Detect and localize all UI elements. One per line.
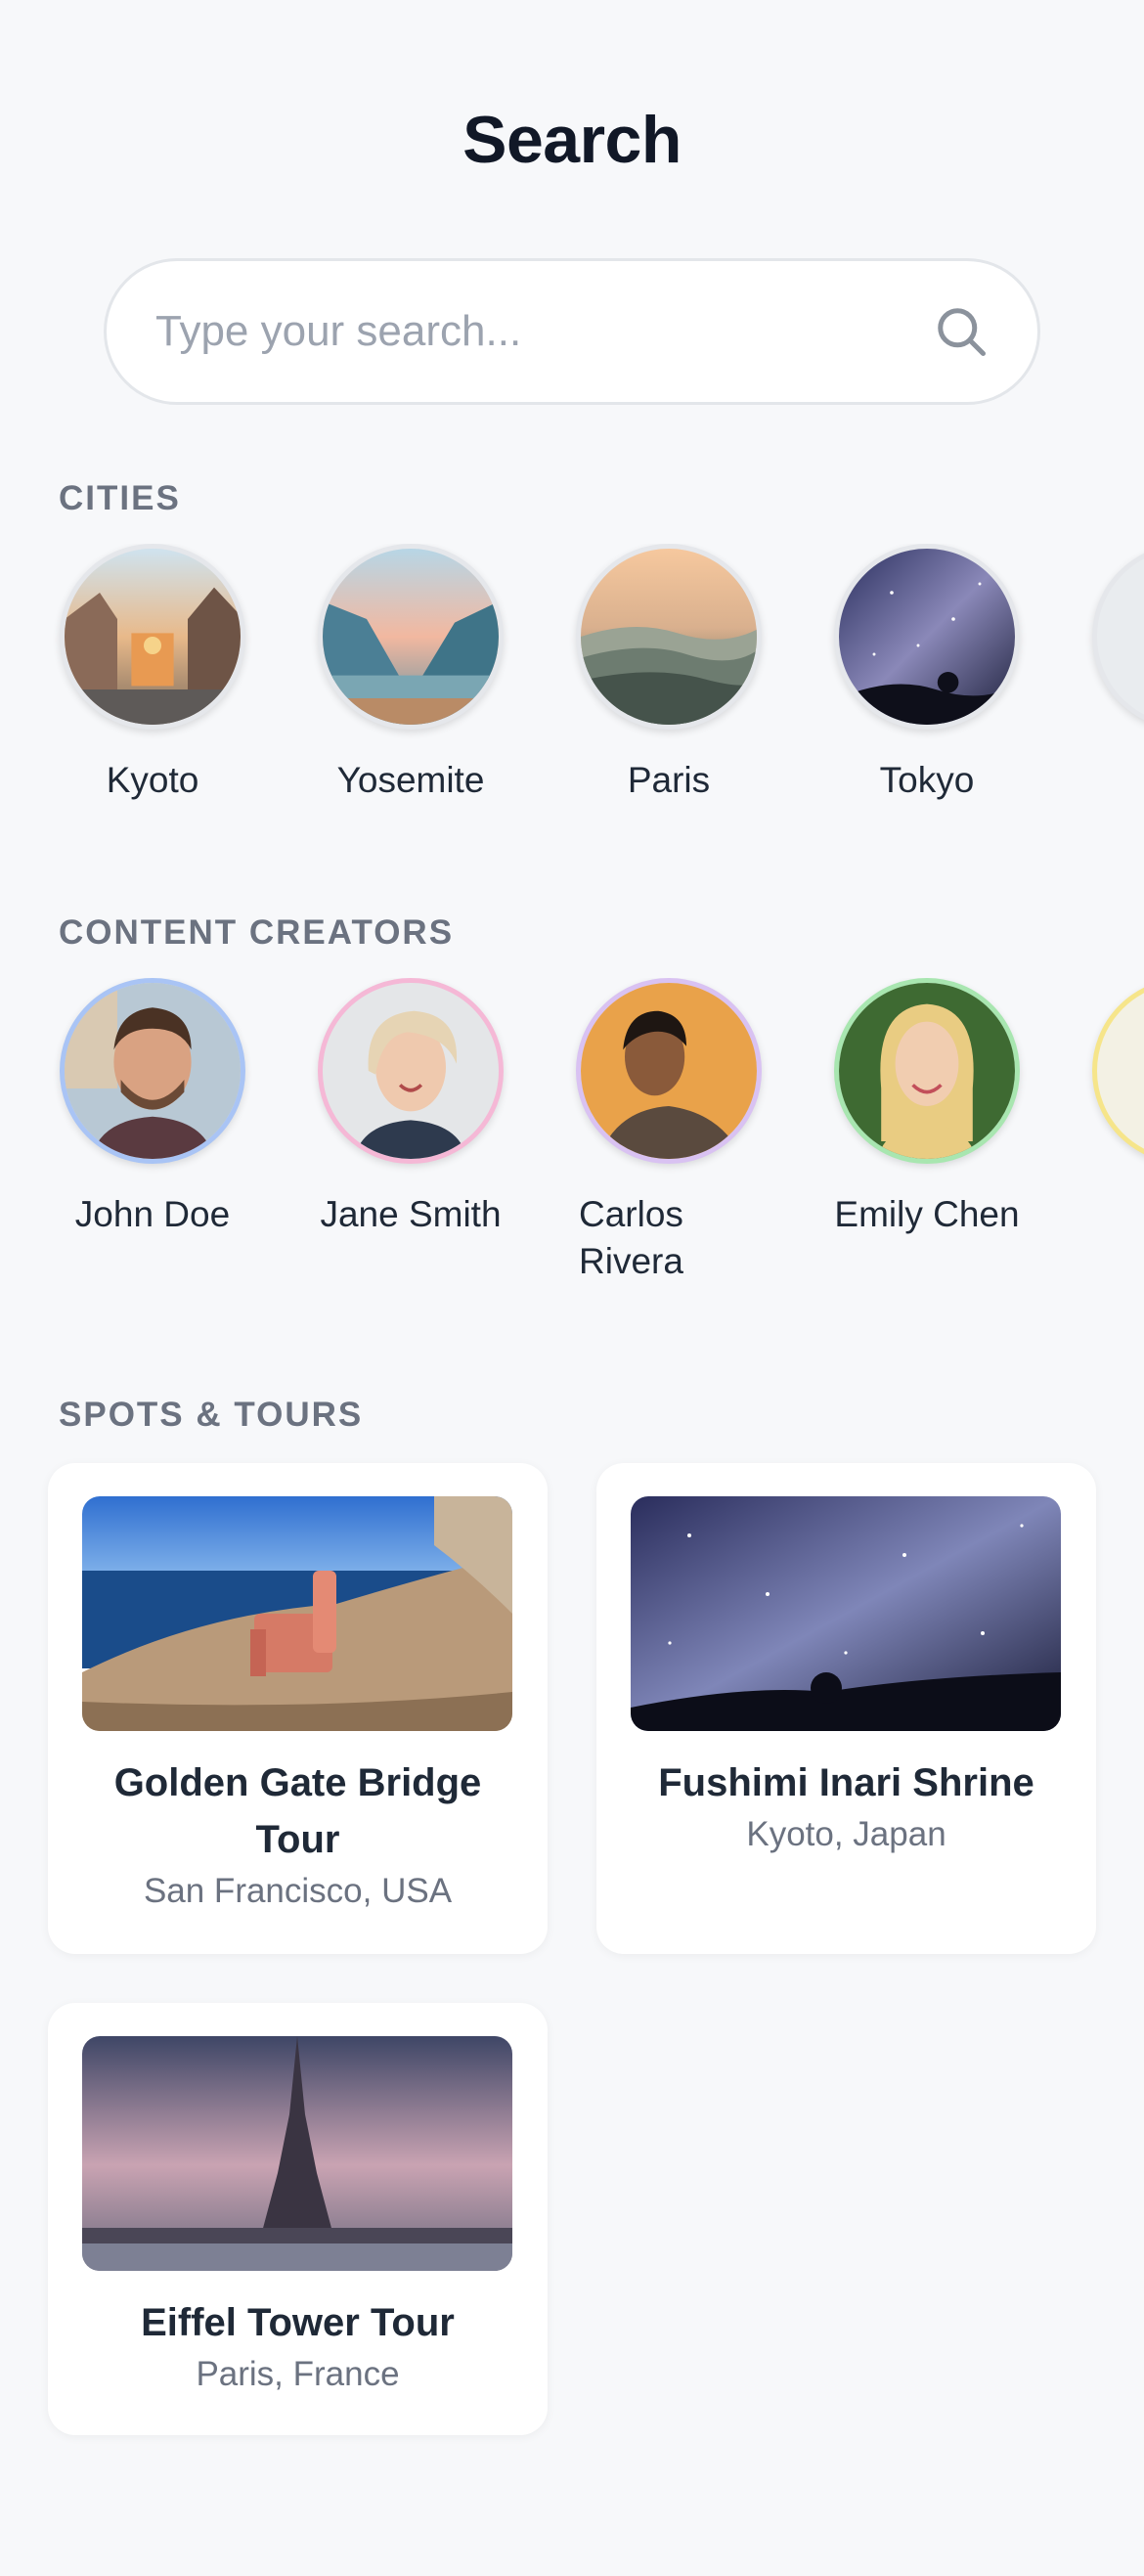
spot-title: Fushimi Inari Shrine: [658, 1761, 1034, 1804]
city-item-kyoto[interactable]: Kyoto: [45, 544, 260, 804]
spot-card-fushimi-inari[interactable]: Fushimi Inari Shrine Kyoto, Japan: [596, 1463, 1096, 1954]
creator-item-carlos-rivera[interactable]: Carlos Rivera: [561, 978, 776, 1285]
creator-item-john-doe[interactable]: John Doe: [45, 978, 260, 1238]
spot-image: [631, 1496, 1061, 1731]
avatar: [318, 978, 504, 1164]
creator-item-jane-smith[interactable]: Jane Smith: [303, 978, 518, 1238]
city-item-tokyo[interactable]: Tokyo: [819, 544, 1034, 804]
spot-card-golden-gate[interactable]: Golden Gate Bridge Tour San Francisco, U…: [48, 1463, 548, 1954]
avatar: [1092, 978, 1144, 1164]
spot-subtitle: Kyoto, Japan: [746, 1815, 946, 1853]
creator-item-partial[interactable]: [1078, 978, 1144, 1164]
search-bar[interactable]: [104, 258, 1040, 405]
spot-image: [82, 1496, 512, 1731]
creator-label: Carlos Rivera: [579, 1194, 683, 1281]
city-label: Paris: [627, 760, 711, 800]
creator-item-emily-chen[interactable]: Emily Chen: [819, 978, 1034, 1238]
cities-row[interactable]: Kyoto Yosemite Paris Tokyo: [0, 544, 1144, 808]
city-image-tokyo: [834, 544, 1020, 730]
city-image-partial: [1092, 544, 1144, 730]
spot-subtitle: Paris, France: [196, 2355, 400, 2393]
page-title: Search: [462, 103, 682, 177]
avatar: [576, 978, 762, 1164]
city-item-yosemite[interactable]: Yosemite: [303, 544, 518, 804]
spot-card-eiffel-tower[interactable]: Eiffel Tower Tour Paris, France: [48, 2003, 548, 2435]
city-label: Kyoto: [106, 760, 199, 800]
creator-label: Emily Chen: [834, 1194, 1020, 1234]
city-label: Tokyo: [879, 760, 975, 800]
city-item-partial[interactable]: [1078, 544, 1144, 730]
avatar: [834, 978, 1020, 1164]
spot-title: Eiffel Tower Tour: [141, 2301, 455, 2344]
city-item-paris[interactable]: Paris: [561, 544, 776, 804]
avatar: [60, 978, 245, 1164]
spots-section-title: SPOTS & TOURS: [59, 1396, 364, 1434]
creator-label: John Doe: [74, 1194, 231, 1234]
spot-title: Golden Gate Bridge Tour: [113, 1761, 482, 1861]
city-image-kyoto: [60, 544, 245, 730]
search-icon[interactable]: [932, 302, 990, 361]
creator-label: Jane Smith: [320, 1194, 502, 1234]
creators-section-title: CONTENT CREATORS: [59, 913, 455, 952]
spot-subtitle: San Francisco, USA: [143, 1872, 453, 1910]
city-label: Yosemite: [336, 760, 485, 800]
search-input[interactable]: [155, 307, 932, 356]
spot-image: [82, 2036, 512, 2271]
city-image-paris: [576, 544, 762, 730]
city-image-yosemite: [318, 544, 504, 730]
creators-row[interactable]: John Doe Jane Smith Carlos Rivera Emily …: [0, 978, 1144, 1301]
cities-section-title: CITIES: [59, 479, 181, 517]
